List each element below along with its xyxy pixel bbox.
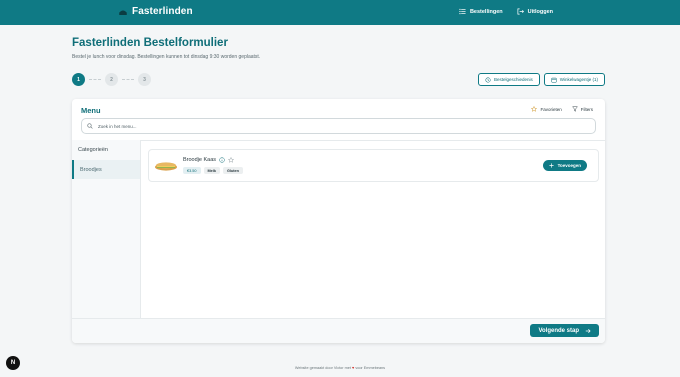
menu-title: Menu [81, 106, 101, 115]
allergen-badge: Melk [203, 167, 220, 174]
footer-text-pre: Website gemaakt door Victor met [294, 366, 351, 370]
calendar-icon [551, 77, 557, 83]
search-icon [87, 123, 93, 129]
product-title: Broodje Kaas [183, 157, 235, 163]
divider [72, 140, 605, 141]
step-connector [89, 79, 101, 80]
favorite-star-icon[interactable] [228, 157, 235, 163]
top-actions: Bestelgeschiedenis Winkelwagentje (1) [477, 73, 605, 86]
step-1[interactable]: 1 [72, 73, 85, 86]
add-to-cart-button[interactable]: Toevoegen [542, 160, 587, 171]
price-badge: €3.50 [183, 167, 201, 174]
sandwich-logo-icon [119, 10, 127, 15]
nav-bestellingen[interactable]: Bestellingen [459, 8, 503, 15]
menu-search-input[interactable]: Zoek in het menu... [81, 118, 596, 134]
categories-heading: Categorieën [78, 147, 108, 153]
plus-icon [548, 163, 554, 168]
step-2[interactable]: 2 [105, 73, 118, 86]
history-icon [485, 76, 491, 83]
filters-button[interactable]: Filters [571, 106, 593, 112]
favorites-button[interactable]: Favorieten [531, 106, 562, 112]
search-placeholder: Zoek in het menu... [98, 123, 137, 129]
order-history-label: Bestelgeschiedenis [493, 77, 533, 82]
cart-button[interactable]: Winkelwagentje (1) [543, 73, 605, 86]
step-connector [122, 79, 134, 80]
menu-tools: Favorieten Filters [531, 106, 593, 112]
footer-text-post: voor Emmebeans [355, 366, 386, 370]
brand[interactable]: Fasterlinden [118, 6, 193, 17]
heart-icon: ♥ [351, 366, 355, 370]
add-to-cart-label: Toevoegen [557, 163, 581, 168]
page-title: Fasterlinden Bestelformulier [72, 37, 228, 49]
step-3[interactable]: 3 [138, 73, 151, 86]
cart-label: Winkelwagentje (1) [559, 77, 598, 82]
product-tags: €3.50 Melk Gluten [183, 167, 243, 174]
favorites-label: Favorieten [540, 106, 562, 112]
info-icon[interactable] [219, 157, 225, 163]
product-name: Broodje Kaas [183, 157, 217, 163]
arrow-right-icon [585, 328, 591, 333]
header-nav: Bestellingen Uitloggen [459, 8, 553, 15]
product-card: Broodje Kaas €3.50 Melk Gluten Toevoegen [148, 149, 599, 182]
sandwich-image [155, 162, 177, 171]
card-footer: Volgende stap [72, 318, 605, 343]
allergen-badge: Gluten [222, 167, 243, 174]
menu-card: Menu Favorieten Filters Zoek in het menu… [72, 99, 605, 343]
nav-uitloggen-label: Uitloggen [527, 8, 553, 15]
next-step-label: Volgende stap [538, 327, 579, 334]
page-subtitle: Bestel je lunch voor dinsdag. Bestelling… [72, 54, 261, 60]
order-history-button[interactable]: Bestelgeschiedenis [477, 73, 540, 86]
top-navigation-bar: Fasterlinden Bestellingen Uitloggen [0, 0, 680, 25]
step-indicator: 1 2 3 [72, 73, 151, 86]
filters-label: Filters [580, 106, 593, 112]
brand-name: Fasterlinden [132, 6, 193, 17]
list-icon [459, 8, 466, 15]
filter-icon [571, 106, 578, 112]
nav-uitloggen[interactable]: Uitloggen [517, 8, 553, 15]
logout-icon [517, 8, 524, 15]
page-footer: Website gemaakt door Victor met ♥ voor E… [0, 366, 680, 370]
next-step-button[interactable]: Volgende stap [530, 324, 599, 337]
sidebar-item-broodjes[interactable]: Broodjes [72, 160, 140, 179]
category-sidebar: Categorieën Broodjes [72, 140, 141, 318]
star-icon [531, 106, 538, 112]
nav-bestellingen-label: Bestellingen [469, 8, 503, 15]
